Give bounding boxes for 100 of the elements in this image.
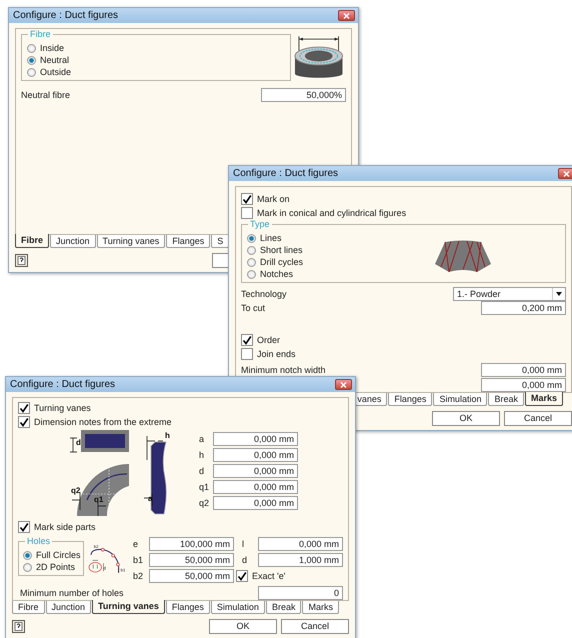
window-title: Configure : Duct figures (10, 379, 116, 390)
checkbox[interactable] (18, 402, 30, 414)
dialog-button[interactable]: OK (209, 618, 277, 634)
tab[interactable]: S (211, 235, 230, 248)
tab[interactable]: Simulation (433, 393, 488, 406)
radio-button[interactable] (27, 56, 36, 64)
radio-button[interactable] (247, 234, 256, 243)
radio-label: Outside (40, 67, 72, 77)
help-icon[interactable] (15, 254, 28, 266)
tab[interactable]: Junction (50, 235, 96, 248)
tab[interactable]: Flanges (166, 235, 210, 248)
radio-button[interactable] (23, 562, 32, 572)
tab[interactable]: Fibre (15, 234, 50, 248)
checkbox-label: Turning vanes (34, 402, 91, 413)
checkbox-label: Mark side parts (34, 522, 96, 532)
radio-button[interactable] (247, 270, 256, 279)
tab[interactable]: Break (266, 601, 302, 614)
input-field[interactable]: 0,000 mm (258, 537, 343, 552)
tab[interactable]: Marks (524, 392, 563, 406)
close-icon (343, 12, 350, 18)
radio-button[interactable] (23, 550, 32, 560)
radio-button[interactable] (27, 44, 36, 52)
checkbox[interactable] (18, 416, 30, 428)
tab[interactable]: Junction (46, 601, 92, 614)
tab[interactable]: Turning vanes (96, 235, 166, 248)
dimension-label: a (148, 494, 152, 504)
input-field[interactable]: 1,000 mm (258, 553, 343, 568)
input-field[interactable]: 0,000 mm (213, 496, 298, 510)
group-label: Type (248, 219, 272, 230)
radio-label: Inside (40, 43, 64, 53)
checkbox[interactable] (241, 348, 253, 360)
input-field[interactable]: 0,000 mm (213, 432, 298, 446)
tab[interactable]: Fibre (12, 601, 45, 614)
radio-button[interactable] (247, 258, 256, 267)
radio-label: Drill cycles (260, 257, 304, 268)
input-field[interactable]: 100,000 mm (149, 537, 234, 552)
input-field[interactable]: 0,000 mm (213, 464, 298, 478)
dialog-button[interactable]: Cancel (281, 618, 349, 634)
field-label: Minimum notch width (241, 365, 326, 376)
holes-drawing (88, 548, 120, 574)
field-label: Neutral fibre (21, 90, 70, 100)
group-label: Holes (25, 536, 52, 548)
radio-label: Short lines (260, 245, 303, 256)
close-button[interactable] (338, 10, 355, 21)
field-label: d (241, 555, 248, 566)
close-icon (563, 170, 570, 176)
field-label: To cut (241, 303, 266, 314)
field-label: e (132, 539, 140, 550)
radio-label: Neutral (40, 55, 70, 65)
window-title: Configure : Duct figures (233, 168, 338, 179)
tab[interactable]: Marks (302, 601, 339, 614)
dialog-button[interactable]: OK (432, 410, 500, 426)
checkbox-label: Join ends (257, 348, 296, 359)
caret-icon (552, 288, 565, 300)
help-icon[interactable] (12, 620, 25, 632)
tab[interactable]: Flanges (388, 393, 432, 406)
input-field[interactable]: 0,200 mm (481, 301, 566, 316)
field-label: b2 (132, 571, 144, 582)
input-field[interactable]: 50,000 mm (149, 569, 234, 584)
field-label: Technology (241, 288, 287, 299)
field-label: d (199, 466, 206, 476)
input-field[interactable]: 0,000 mm (481, 378, 566, 392)
checkbox[interactable] (18, 521, 30, 534)
dialog-button[interactable]: Cancel (504, 410, 572, 426)
radio-button[interactable] (247, 246, 256, 255)
close-button[interactable] (335, 379, 352, 390)
field-label: q2 (199, 498, 210, 508)
checkbox[interactable] (241, 206, 253, 219)
tab[interactable]: Break (488, 393, 524, 406)
radio-label: 2D Points (36, 562, 76, 572)
tab[interactable]: Simulation (210, 601, 265, 614)
input-field[interactable]: 50,000% (261, 88, 346, 102)
checkbox[interactable] (241, 334, 253, 346)
checkbox-label: Mark in conical and cylindrical figures (257, 208, 406, 218)
dimension-label: q1 (94, 495, 104, 504)
technology-dropdown[interactable]: 1.- Powder (453, 286, 566, 301)
group-label: Fibre (28, 29, 53, 40)
field-label: l (241, 539, 245, 550)
field-label: q1 (199, 482, 210, 492)
checkbox-label: Mark on (257, 194, 290, 204)
input-field[interactable]: 0,000 mm (213, 448, 298, 462)
radio-label: Full Circles (36, 550, 81, 560)
close-button[interactable] (558, 168, 572, 179)
input-field[interactable]: 0,000 mm (213, 480, 298, 494)
input-field[interactable]: 0,000 mm (481, 363, 566, 378)
close-icon (340, 382, 347, 388)
tab[interactable]: Turning vanes (92, 600, 165, 614)
field-label: Minimum number of holes (19, 588, 124, 598)
radio-button[interactable] (27, 68, 36, 76)
checkbox[interactable] (236, 570, 248, 582)
dimension-label: d (76, 438, 81, 448)
dimension-label: h (165, 431, 170, 440)
input-field[interactable]: 50,000 mm (149, 553, 234, 568)
tab[interactable]: Flanges (166, 601, 210, 614)
field-label: b1 (132, 555, 144, 566)
input-field[interactable]: 0 (258, 586, 343, 600)
radio-label: Lines (260, 233, 282, 244)
checkbox-label: Order (257, 335, 280, 346)
dimension-label: q2 (71, 486, 80, 496)
checkbox[interactable] (241, 192, 253, 205)
